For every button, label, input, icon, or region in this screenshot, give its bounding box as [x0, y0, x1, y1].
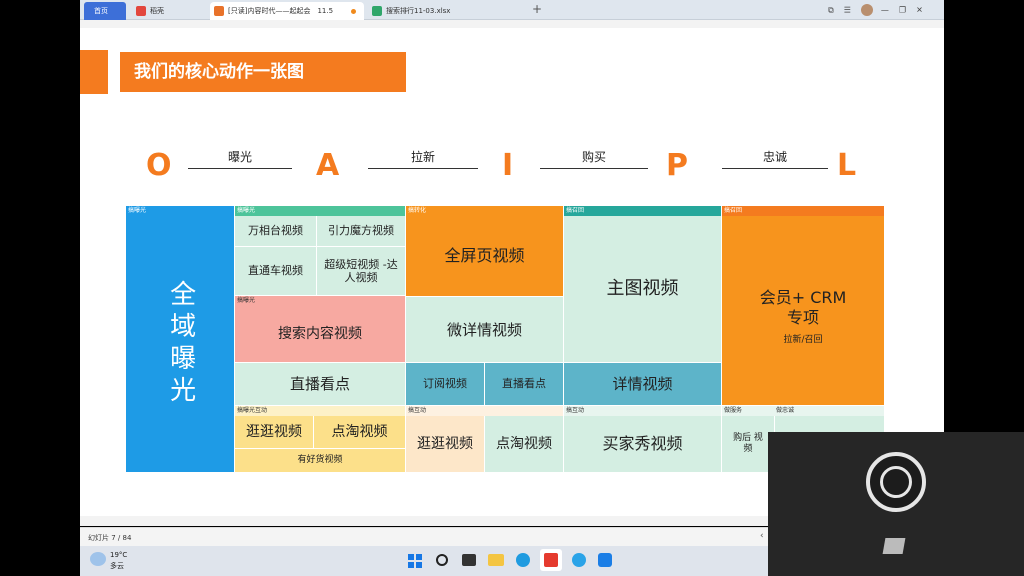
col5-header-loyalty: 做忠诚: [774, 406, 884, 416]
col2-header: 搞曝光: [235, 206, 405, 216]
start-icon[interactable]: [408, 554, 422, 568]
tab-home[interactable]: 首页: [84, 2, 126, 20]
obs-logo-icon: [866, 452, 926, 512]
window-layout-icon[interactable]: ⧉: [828, 6, 844, 15]
edge-icon[interactable]: [516, 553, 530, 567]
connector-label: 忠诚: [762, 150, 787, 164]
collapse-left-icon[interactable]: ‹: [760, 531, 764, 541]
col3-header: 搞转化: [406, 206, 563, 216]
unsaved-dot-icon: [351, 9, 356, 14]
fullscreen-page-video-cell: 全屏页视频: [406, 216, 563, 296]
weather-temp: 19°C: [110, 551, 128, 559]
connector-label: 购买: [581, 150, 606, 164]
new-tab-button[interactable]: +: [532, 2, 542, 16]
file-explorer-icon[interactable]: [488, 554, 504, 566]
feishu-icon[interactable]: [598, 553, 612, 567]
slide-counter: 幻灯片 7 / 84: [88, 534, 132, 542]
menu-icon[interactable]: ☰: [844, 6, 861, 15]
app-icon[interactable]: [572, 553, 586, 567]
tab-label: [只读]内容时代——起起会 11.5: [228, 7, 334, 15]
stage-letter-o: O: [146, 148, 172, 183]
youhaohuo-video-cell: 有好货视频: [235, 449, 405, 472]
avatar[interactable]: [860, 4, 873, 16]
main-image-video-cell: 主图视频: [564, 216, 721, 362]
connector-line: [368, 168, 478, 169]
col5-header: 搞召回: [722, 206, 884, 216]
col2-header-3: 搞曝光互动: [235, 406, 405, 416]
tab-docer[interactable]: 稻壳: [132, 2, 204, 20]
live-highlights-cell-2: 直播看点: [485, 363, 563, 405]
detail-video-cell: 详情视频: [564, 363, 721, 405]
search-content-video-cell: 搜索内容视频: [235, 306, 405, 362]
super-short-video-cell: 超级短视频 -达人视频: [317, 247, 405, 295]
col1-header: 搞曝光: [126, 206, 234, 216]
col3-header-2: 搞互动: [406, 406, 563, 416]
tab-label: 搜索排行11-03.xlsx: [386, 7, 451, 15]
buyer-show-video-cell: 买家秀视频: [564, 416, 721, 472]
zhitongche-video-cell: 直通车视频: [235, 247, 316, 295]
member-crm-sublabel: 拉新/召回: [783, 335, 823, 345]
yinli-mofang-video-cell: 引力魔方视频: [317, 216, 405, 246]
wanxiangtai-video-cell: 万相台视频: [235, 216, 316, 246]
connector-line: [722, 168, 828, 169]
slide-title: 我们的核心动作一张图: [120, 52, 406, 92]
col2-header-2: 搞曝光: [235, 296, 405, 306]
diantao-video-cell-2: 点淘视频: [485, 416, 563, 472]
stage-letter-l: L: [837, 148, 857, 183]
col4-header-2: 搞互动: [564, 406, 721, 416]
weather-icon[interactable]: [90, 552, 106, 566]
connector-label: 拉新: [410, 150, 435, 164]
stage-letter-i: I: [502, 148, 514, 183]
docer-icon: [136, 6, 146, 16]
search-icon[interactable]: [436, 554, 448, 566]
stage-letter-p: P: [666, 148, 688, 183]
live-highlights-cell: 直播看点: [235, 363, 405, 405]
member-crm-block: 会员+ CRM专项 拉新/召回: [722, 216, 884, 405]
task-view-icon[interactable]: [462, 554, 476, 566]
wps-icon[interactable]: [540, 549, 562, 571]
connector-line: [188, 168, 292, 169]
browser-tab-bar: 首页 稻壳 [只读]内容时代——起起会 11.5 搜索排行11-03.xlsx …: [80, 0, 944, 20]
stage-letter-a: A: [316, 148, 340, 183]
guangguang-video-cell: 逛逛视频: [235, 416, 313, 448]
connector-label: 曝光: [227, 150, 252, 164]
restore-icon[interactable]: ❐: [899, 6, 916, 15]
close-icon[interactable]: ✕: [916, 6, 933, 15]
tab-label: 稻壳: [150, 7, 164, 15]
minimize-icon[interactable]: —: [881, 6, 899, 15]
micro-detail-video-cell: 微详情视频: [406, 297, 563, 362]
obs-overlay: [768, 432, 1024, 576]
weather-desc: 多云: [110, 562, 124, 570]
col5-header-service: 做服务: [722, 406, 774, 416]
subscription-video-cell: 订阅视频: [406, 363, 484, 405]
diantao-video-cell: 点淘视频: [314, 416, 405, 448]
title-accent-bar: [80, 50, 108, 94]
col4-header: 搞召回: [564, 206, 721, 216]
tab-spreadsheet[interactable]: 搜索排行11-03.xlsx: [368, 2, 528, 20]
presentation-icon: [214, 6, 224, 16]
camera-off-icon: [882, 538, 906, 554]
member-crm-label: 会员+ CRM专项: [759, 288, 847, 327]
tab-presentation[interactable]: [只读]内容时代——起起会 11.5: [210, 2, 364, 20]
post-purchase-video-cell: 购后 视频: [722, 416, 774, 472]
spreadsheet-icon: [372, 6, 382, 16]
connector-line: [540, 168, 648, 169]
guangguang-video-cell-2: 逛逛视频: [406, 416, 484, 472]
status-bar: 幻灯片 7 / 84 ‹: [80, 527, 768, 546]
full-domain-exposure-block: 全域曝光: [126, 216, 234, 472]
taskbar: 19°C 多云: [80, 546, 768, 576]
